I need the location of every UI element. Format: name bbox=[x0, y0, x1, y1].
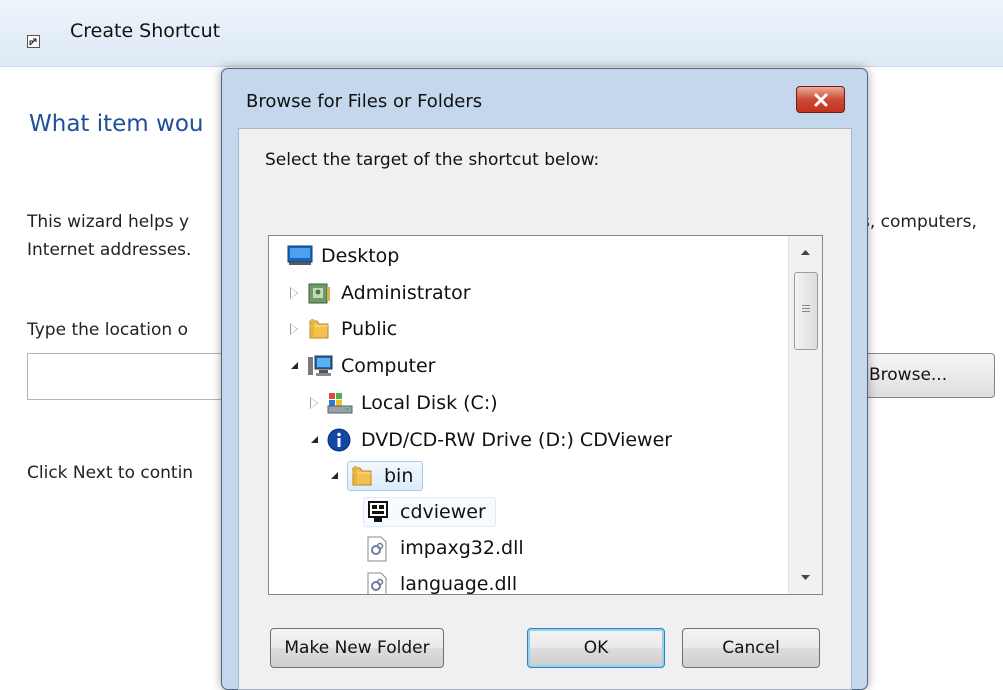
tree-item-label: Desktop bbox=[321, 245, 400, 267]
ok-button[interactable]: OK bbox=[527, 628, 665, 668]
wizard-description-line2: Internet addresses. bbox=[27, 240, 192, 260]
scroll-up-button[interactable] bbox=[789, 238, 822, 266]
tree-item-language[interactable]: language.dll bbox=[366, 567, 520, 595]
local-disk-icon bbox=[327, 391, 353, 415]
hover-highlight: cdviewer bbox=[363, 497, 496, 527]
tree-item-label: Local Disk (C:) bbox=[361, 392, 498, 414]
tree-scrollbar[interactable] bbox=[788, 236, 822, 594]
tree-item-desktop[interactable]: Desktop bbox=[287, 239, 402, 273]
wizard-titlebar: Create Shortcut bbox=[0, 0, 1003, 67]
folder-icon bbox=[307, 317, 331, 341]
scroll-up-icon bbox=[801, 250, 810, 255]
scroll-down-button[interactable] bbox=[789, 564, 822, 592]
desktop-icon bbox=[287, 244, 313, 268]
folder-icon bbox=[350, 464, 374, 488]
cancel-button[interactable]: Cancel bbox=[682, 628, 820, 668]
application-icon bbox=[366, 500, 390, 524]
collapse-arrow-icon[interactable] bbox=[287, 358, 303, 374]
tree-item-label: Computer bbox=[341, 355, 436, 377]
tree-item-local-disk[interactable]: Local Disk (C:) bbox=[307, 386, 501, 420]
tree-item-label: impaxg32.dll bbox=[400, 537, 524, 559]
tree-item-computer[interactable]: Computer bbox=[287, 349, 438, 383]
make-new-folder-button[interactable]: Make New Folder bbox=[270, 628, 444, 668]
tree-item-dvd-drive[interactable]: DVD/CD-RW Drive (D:) CDViewer bbox=[307, 423, 675, 457]
dialog-instruction: Select the target of the shortcut below: bbox=[265, 150, 600, 170]
tree-item-label: Administrator bbox=[341, 282, 471, 304]
tree-item-public[interactable]: Public bbox=[287, 312, 400, 346]
close-button[interactable] bbox=[796, 86, 845, 113]
tree-item-label: language.dll bbox=[400, 573, 518, 595]
scroll-down-icon bbox=[801, 575, 810, 580]
expand-arrow-icon[interactable] bbox=[287, 321, 303, 337]
tree-item-label: DVD/CD-RW Drive (D:) CDViewer bbox=[361, 429, 673, 451]
dialog-title: Browse for Files or Folders bbox=[246, 91, 483, 112]
expand-arrow-icon[interactable] bbox=[307, 395, 323, 411]
wizard-title: Create Shortcut bbox=[70, 20, 221, 42]
shortcut-icon bbox=[27, 35, 40, 48]
user-folder-icon bbox=[307, 281, 331, 305]
tree-item-label: Public bbox=[341, 318, 398, 340]
tree-item-cdviewer[interactable]: cdviewer bbox=[363, 495, 496, 529]
close-icon bbox=[814, 93, 827, 106]
tree-item-impaxg32[interactable]: impaxg32.dll bbox=[366, 531, 527, 565]
wizard-description-line1-end: s, computers, bbox=[861, 212, 977, 232]
location-label: Type the location o bbox=[27, 320, 189, 340]
dll-file-icon bbox=[366, 572, 390, 594]
wizard-heading: What item wou bbox=[29, 111, 204, 137]
next-hint: Click Next to contin bbox=[27, 463, 194, 483]
folder-tree[interactable]: Desktop Administrator Public Computer Lo… bbox=[268, 235, 823, 595]
wizard-description-line1: This wizard helps y bbox=[27, 212, 190, 232]
tree-item-bin[interactable]: bin bbox=[327, 459, 424, 493]
dialog-body: Select the target of the shortcut below:… bbox=[238, 128, 852, 690]
tree-item-administrator[interactable]: Administrator bbox=[287, 276, 474, 310]
expand-arrow-icon[interactable] bbox=[287, 285, 303, 301]
collapse-arrow-icon[interactable] bbox=[307, 432, 323, 448]
tree-item-label: bin bbox=[384, 465, 414, 487]
dvd-drive-icon bbox=[327, 428, 351, 452]
dll-file-icon bbox=[366, 536, 390, 562]
scroll-thumb[interactable] bbox=[794, 272, 818, 350]
collapse-arrow-icon[interactable] bbox=[327, 468, 343, 484]
tree-item-label: cdviewer bbox=[400, 501, 486, 523]
computer-icon bbox=[307, 354, 333, 378]
selected-highlight: bin bbox=[347, 461, 424, 491]
browse-dialog: Browse for Files or Folders Select the t… bbox=[221, 68, 868, 690]
